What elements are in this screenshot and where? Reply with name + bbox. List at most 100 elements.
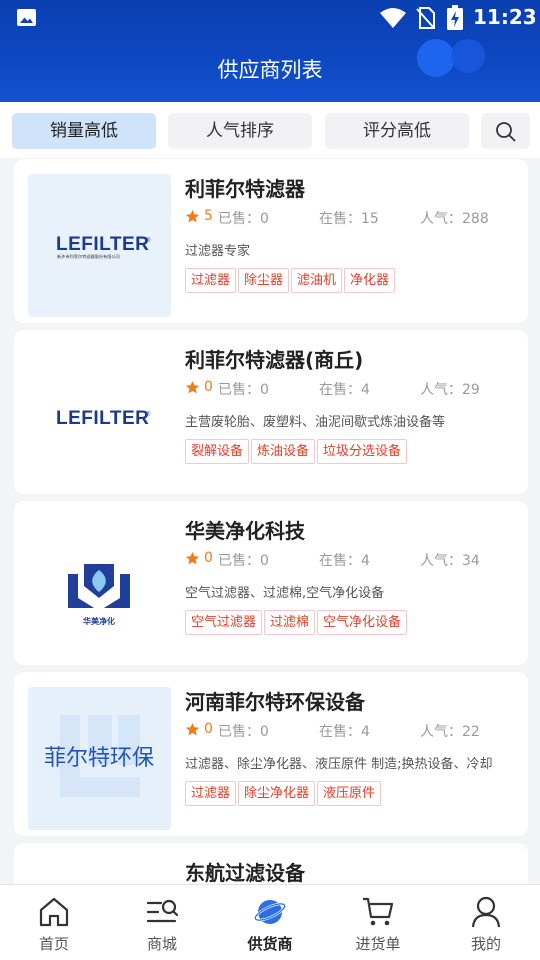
on-sale-count: 在售：4 [319, 553, 370, 569]
nav-item-cart[interactable]: 进货单 [324, 885, 432, 960]
battery-charging-icon [447, 5, 463, 30]
supplier-card[interactable]: LEFILTER ® 利菲尔特滤器(商丘) 0 已售：0 在售：4 人气：29 … [14, 330, 528, 494]
supplier-name[interactable]: 利菲尔特滤器 [185, 173, 305, 202]
supplier-logo: 华美净化 [28, 516, 171, 659]
no-sim-icon [416, 7, 435, 29]
tag[interactable]: 过滤棉 [264, 610, 316, 635]
tag[interactable]: 裂解设备 [185, 439, 250, 464]
supplier-description: 过滤器专家 [185, 244, 251, 259]
supplier-stats: 0 已售：0 在售：4 人气：34 [185, 550, 525, 570]
svg-text:®: ® [146, 237, 151, 244]
supplier-logo: LEFILTER ® 新乡市利菲尔特滤器股份有限公司 [28, 174, 171, 317]
nav-label: 进货单 [355, 935, 401, 953]
cart-icon [363, 897, 394, 926]
supplier-planet-icon [254, 900, 286, 924]
svg-text:华美净化: 华美净化 [83, 616, 115, 626]
popularity-count: 人气：288 [420, 211, 489, 227]
profile-icon [471, 896, 501, 928]
nav-item-suppliers[interactable]: 供货商 [216, 885, 324, 960]
star-icon [185, 209, 200, 223]
bottom-nav: 首页 商城 供货商 进货单 我的 [0, 884, 540, 960]
supplier-name[interactable]: 东航过滤设备 [185, 857, 305, 884]
tag[interactable]: 净化器 [344, 268, 396, 293]
nav-label: 商城 [146, 935, 177, 953]
supplier-card[interactable]: 华美净化 华美净化科技 0 已售：0 在售：4 人气：34 空气过滤器、过滤棉,… [14, 501, 528, 665]
rating-value: 5 [204, 208, 213, 224]
filter-bar: 销量高低 人气排序 评分高低 [0, 102, 540, 158]
star-icon [185, 380, 200, 394]
nav-label: 首页 [38, 935, 69, 953]
popularity-count: 人气：34 [420, 553, 480, 569]
huamei-logo: 华美净化 [68, 564, 130, 626]
svg-text:®: ® [146, 411, 151, 418]
tag[interactable]: 过滤器 [185, 268, 237, 293]
rating-value: 0 [204, 550, 213, 566]
on-sale-count: 在售：4 [319, 724, 370, 740]
tag[interactable]: 炼油设备 [251, 439, 316, 464]
on-sale-count: 在售：15 [319, 211, 379, 227]
tag-list: 空气过滤器 过滤棉 空气净化设备 [185, 610, 409, 636]
status-bar: 11:23 [0, 0, 540, 36]
nav-label: 供货商 [247, 935, 293, 953]
tag[interactable]: 滤油机 [291, 268, 343, 293]
on-sale-count: 在售：4 [319, 382, 370, 398]
supplier-card[interactable]: LEFILTER ® 新乡市利菲尔特滤器股份有限公司 利菲尔特滤器 5 已售：0… [14, 159, 528, 323]
star-icon [185, 551, 200, 565]
image-notification-icon [17, 9, 36, 26]
sold-count: 已售：0 [218, 553, 269, 569]
sold-count: 已售：0 [218, 382, 269, 398]
supplier-logo: 菲尔特环保 [28, 687, 171, 830]
supplier-description: 主营废轮胎、废塑料、油泥间歇式炼油设备等 [185, 415, 446, 430]
tag[interactable]: 除尘器 [238, 268, 290, 293]
tag[interactable]: 空气过滤器 [185, 610, 263, 635]
supplier-stats: 5 已售：0 在售：15 人气：288 [185, 208, 525, 228]
search-icon [496, 122, 516, 142]
supplier-name[interactable]: 利菲尔特滤器(商丘) [185, 344, 363, 373]
feierte-logo: 菲尔特环保 [44, 715, 154, 797]
search-button[interactable] [481, 113, 530, 149]
tag-list: 过滤器 除尘器 滤油机 净化器 [185, 268, 397, 294]
home-icon [39, 897, 69, 927]
nav-item-profile[interactable]: 我的 [432, 885, 540, 960]
nav-label: 我的 [470, 935, 501, 953]
supplier-name[interactable]: 华美净化科技 [185, 515, 305, 544]
filter-tab-sales[interactable]: 销量高低 [12, 113, 156, 149]
rating-value: 0 [204, 379, 213, 395]
svg-text:LEFILTER: LEFILTER [56, 408, 149, 429]
filter-tab-rating[interactable]: 评分高低 [325, 113, 469, 149]
star-icon [185, 722, 200, 736]
supplier-card[interactable]: 东航过滤设备 [14, 843, 528, 884]
tag-list: 过滤器 除尘净化器 液压原件 [185, 781, 383, 807]
tag[interactable]: 垃圾分选设备 [317, 439, 408, 464]
sold-count: 已售：0 [218, 724, 269, 740]
tag[interactable]: 过滤器 [185, 781, 237, 806]
popularity-count: 人气：29 [420, 382, 480, 398]
sold-count: 已售：0 [218, 211, 269, 227]
header: 11:23 供应商列表 [0, 0, 540, 102]
supplier-card[interactable]: 菲尔特环保 河南菲尔特环保设备 0 已售：0 在售：4 人气：22 过滤器、除尘… [14, 672, 528, 836]
popularity-count: 人气：22 [420, 724, 480, 740]
svg-text:菲尔特环保: 菲尔特环保 [44, 746, 154, 771]
store-search-icon [146, 899, 179, 923]
supplier-stats: 0 已售：0 在售：4 人气：22 [185, 721, 525, 741]
lefilter-logo: LEFILTER ® [56, 408, 151, 429]
nav-item-home[interactable]: 首页 [0, 885, 108, 960]
rating-value: 0 [204, 721, 213, 737]
supplier-description: 过滤器、除尘净化器、液压原件 制造;换热设备、冷却 [185, 757, 493, 772]
nav-item-store[interactable]: 商城 [108, 885, 216, 960]
supplier-stats: 0 已售：0 在售：4 人气：29 [185, 379, 525, 399]
supplier-list: LEFILTER ® 新乡市利菲尔特滤器股份有限公司 利菲尔特滤器 5 已售：0… [0, 158, 540, 884]
tag-list: 裂解设备 炼油设备 垃圾分选设备 [185, 439, 409, 465]
tag[interactable]: 液压原件 [317, 781, 382, 806]
status-time: 11:23 [473, 5, 537, 29]
page-title: 供应商列表 [217, 58, 323, 82]
filter-tab-popularity[interactable]: 人气排序 [168, 113, 312, 149]
wifi-icon [380, 8, 406, 28]
supplier-logo: LEFILTER ® [28, 345, 171, 488]
tag[interactable]: 除尘净化器 [238, 781, 316, 806]
supplier-description: 空气过滤器、过滤棉,空气净化设备 [185, 586, 385, 601]
tag[interactable]: 空气净化设备 [317, 610, 408, 635]
svg-text:LEFILTER: LEFILTER [56, 234, 149, 255]
lefilter-logo: LEFILTER ® 新乡市利菲尔特滤器股份有限公司 [56, 234, 151, 260]
supplier-name[interactable]: 河南菲尔特环保设备 [185, 686, 365, 715]
